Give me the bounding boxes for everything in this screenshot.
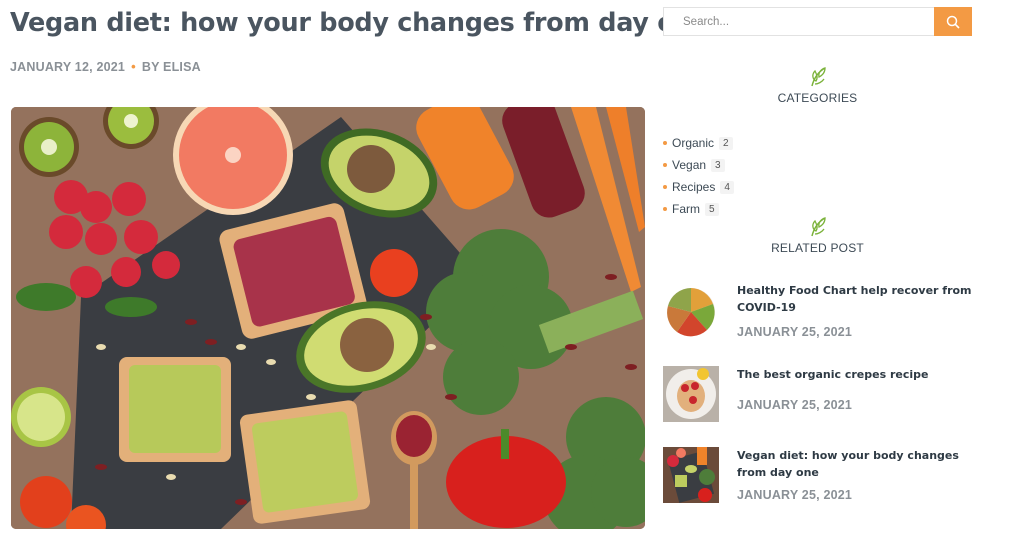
search-input[interactable] [664,8,934,35]
category-count: 5 [705,202,719,216]
category-label[interactable]: Vegan [672,158,706,172]
category-count: 3 [711,158,725,172]
category-item-vegan[interactable]: Vegan 3 [663,154,734,176]
post-author[interactable]: BY ELISA [142,60,201,74]
related-post-date[interactable]: JANUARY 25, 2021 [737,398,852,412]
category-label[interactable]: Recipes [672,180,715,194]
categories-list: Organic 2 Vegan 3 Recipes 4 Farm 5 [663,132,734,220]
post-meta: JANUARY 12, 2021 • BY ELISA [10,59,201,74]
related-post-item[interactable]: Vegan diet: how your body changes from d… [663,447,983,507]
related-post-date[interactable]: JANUARY 25, 2021 [737,325,852,339]
featured-image [11,107,645,529]
category-label[interactable]: Organic [672,136,714,150]
category-label[interactable]: Farm [672,202,700,216]
categories-widget-header: CATEGORIES [663,66,972,105]
meta-separator-dot: • [131,59,136,74]
search-button[interactable] [934,7,972,36]
category-item-recipes[interactable]: Recipes 4 [663,176,734,198]
leaf-icon [810,67,826,87]
categories-title: CATEGORIES [777,91,858,105]
related-post-thumbnail[interactable] [663,447,719,503]
category-item-organic[interactable]: Organic 2 [663,132,734,154]
search-form [663,7,972,36]
related-title: RELATED POST [771,241,864,255]
related-post-title[interactable]: Vegan diet: how your body changes from d… [737,447,977,481]
category-count: 2 [719,136,733,150]
post-date[interactable]: JANUARY 12, 2021 [10,60,125,74]
search-icon [946,15,960,29]
leaf-icon [810,217,826,237]
related-post-title[interactable]: The best organic crepes recipe [737,366,977,383]
category-count: 4 [720,180,734,194]
related-post-thumbnail[interactable] [663,282,719,338]
related-post-title[interactable]: Healthy Food Chart help recover from COV… [737,282,977,316]
related-post-date[interactable]: JANUARY 25, 2021 [737,488,852,502]
bullet [663,141,667,145]
related-widget-header: RELATED POST [663,216,972,255]
related-post-item[interactable]: The best organic crepes recipe JANUARY 2… [663,366,983,426]
related-post-thumbnail[interactable] [663,366,719,422]
bullet [663,207,667,211]
post-title: Vegan diet: how your body changes from d… [10,8,710,38]
related-post-item[interactable]: Healthy Food Chart help recover from COV… [663,282,983,342]
bullet [663,163,667,167]
bullet [663,185,667,189]
